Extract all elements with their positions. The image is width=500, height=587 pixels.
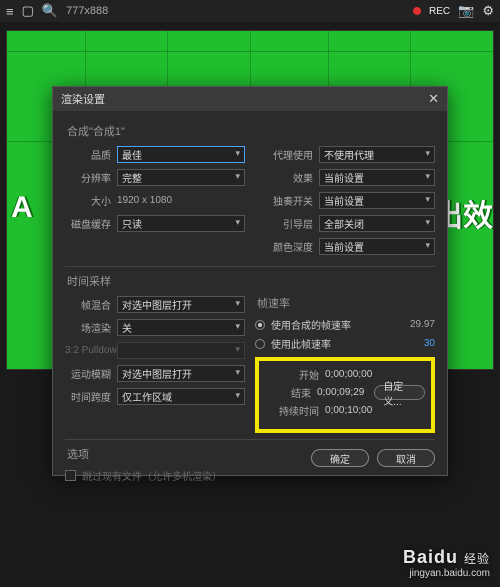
field-label: 效果 bbox=[255, 170, 319, 185]
ok-button[interactable]: 确定 bbox=[311, 449, 369, 467]
skip-existing-checkbox[interactable] bbox=[65, 470, 76, 481]
cancel-button[interactable]: 取消 bbox=[377, 449, 435, 467]
dialog-title: 渲染设置 bbox=[61, 91, 105, 107]
radio-label: 使用合成的帧速率 bbox=[271, 317, 351, 332]
pulldown-select bbox=[117, 342, 245, 359]
frame-blend-select[interactable]: 对选中图层打开 bbox=[117, 296, 245, 313]
framerate-col: 帧速率 使用合成的帧速率 29.97 使用此帧速率 30 开始 0;00;00;… bbox=[255, 295, 435, 433]
menu-icon[interactable]: ≡ bbox=[6, 4, 14, 19]
field-label: 颜色深度 bbox=[255, 239, 319, 254]
guide-select[interactable]: 全部关闭 bbox=[319, 215, 435, 232]
canvas-dimensions: 777x888 bbox=[66, 5, 108, 17]
duration-label: 持续时间 bbox=[265, 403, 319, 418]
effects-select[interactable]: 当前设置 bbox=[319, 169, 435, 186]
start-label: 开始 bbox=[265, 367, 319, 382]
render-settings-dialog: 渲染设置 ✕ 合成"合成1" 品质 最佳 分辨率 完整 大小 1920 x 10… bbox=[52, 86, 448, 476]
watermark-url: jingyan.baidu.com bbox=[403, 568, 490, 579]
resolution-select[interactable]: 完整 bbox=[117, 169, 245, 186]
camera-icon[interactable]: 📷 bbox=[458, 3, 474, 19]
time-span-select[interactable]: 仅工作区域 bbox=[117, 388, 245, 405]
custom-time-button[interactable]: 自定义... bbox=[374, 385, 425, 400]
field-label: 帧混合 bbox=[65, 297, 117, 312]
field-label: 独奏开关 bbox=[255, 193, 319, 208]
top-menu-bar: ≡ ▢ 🔍 777x888 REC 📷 ⚙ bbox=[0, 0, 500, 22]
field-label: 时间跨度 bbox=[65, 389, 117, 404]
end-value: 0;00;09;29 bbox=[317, 387, 364, 398]
solo-select[interactable]: 当前设置 bbox=[319, 192, 435, 209]
search-icon[interactable]: 🔍 bbox=[42, 3, 58, 19]
window-icon[interactable]: ▢ bbox=[22, 3, 34, 19]
disk-cache-select[interactable]: 只读 bbox=[117, 215, 245, 232]
framerate-title: 帧速率 bbox=[257, 295, 435, 311]
field-label: 品质 bbox=[65, 147, 117, 162]
duration-value: 0;00;10;00 bbox=[325, 405, 372, 416]
field-label: 代理使用 bbox=[255, 147, 319, 162]
field-label: 运动模糊 bbox=[65, 366, 117, 381]
start-value: 0;00;00;00 bbox=[325, 369, 372, 380]
time-sampling-title: 时间采样 bbox=[67, 273, 435, 289]
skip-existing-label: 跳过现有文件（允许多机渲染） bbox=[82, 468, 222, 483]
gear-icon[interactable]: ⚙ bbox=[482, 3, 494, 19]
watermark-brand: Baidu bbox=[403, 547, 458, 567]
record-dot-icon bbox=[413, 7, 421, 15]
close-icon[interactable]: ✕ bbox=[428, 91, 439, 107]
viewport-text-left: A bbox=[11, 191, 33, 225]
comp-fps-value: 29.97 bbox=[410, 319, 435, 330]
size-value: 1920 x 1080 bbox=[117, 195, 172, 206]
comp-section-label: 合成"合成1" bbox=[67, 123, 435, 139]
proxy-select[interactable]: 不使用代理 bbox=[319, 146, 435, 163]
field-label: 磁盘缓存 bbox=[65, 216, 117, 231]
settings-col-left: 品质 最佳 分辨率 完整 大小 1920 x 1080 磁盘缓存 只读 bbox=[65, 145, 245, 260]
radio-label: 使用此帧速率 bbox=[271, 336, 331, 351]
time-range-highlight: 开始 0;00;00;00 结束 0;00;09;29 自定义... 持续时间 … bbox=[255, 357, 435, 433]
time-sampling-col: 帧混合 对选中图层打开 场渲染 关 3:2 Pulldown 运动模糊 对选中图… bbox=[65, 295, 245, 433]
watermark-sub: 经验 bbox=[464, 552, 490, 566]
radio-use-comp-fps[interactable] bbox=[255, 320, 265, 330]
record-label[interactable]: REC bbox=[429, 6, 450, 17]
custom-fps-value[interactable]: 30 bbox=[424, 338, 435, 349]
field-label: 场渲染 bbox=[65, 320, 117, 335]
watermark: Baidu 经验 jingyan.baidu.com bbox=[403, 547, 490, 579]
dialog-titlebar[interactable]: 渲染设置 ✕ bbox=[53, 87, 447, 111]
field-label: 大小 bbox=[65, 193, 117, 208]
settings-col-right: 代理使用 不使用代理 效果 当前设置 独奏开关 当前设置 引导层 全部关闭 颜色… bbox=[255, 145, 435, 260]
quality-select[interactable]: 最佳 bbox=[117, 146, 245, 163]
color-depth-select[interactable]: 当前设置 bbox=[319, 238, 435, 255]
field-label: 3:2 Pulldown bbox=[65, 345, 117, 356]
end-label: 结束 bbox=[265, 385, 311, 400]
field-label: 分辨率 bbox=[65, 170, 117, 185]
field-label: 引导层 bbox=[255, 216, 319, 231]
field-render-select[interactable]: 关 bbox=[117, 319, 245, 336]
radio-use-this-fps[interactable] bbox=[255, 339, 265, 349]
motion-blur-select[interactable]: 对选中图层打开 bbox=[117, 365, 245, 382]
